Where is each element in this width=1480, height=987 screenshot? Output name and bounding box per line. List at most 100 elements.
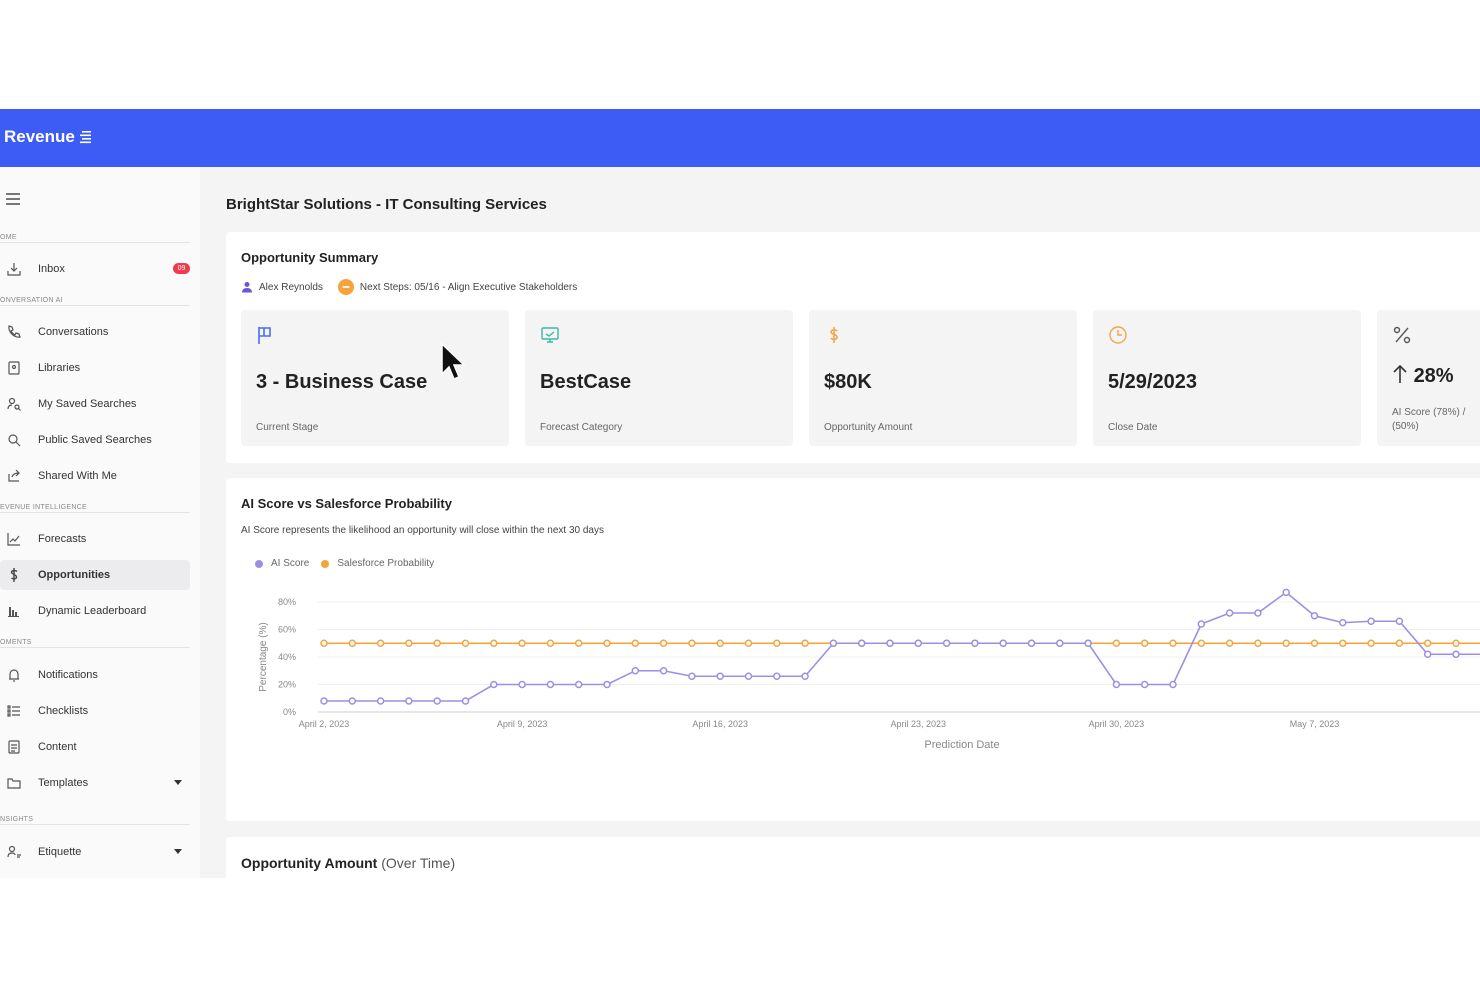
top-bar: Revenue: [0, 109, 1480, 167]
salesforce-probability-point: [688, 639, 696, 647]
y-tick-label: 40%: [278, 652, 296, 662]
legend-item-salesforce[interactable]: Salesforce Probability: [321, 558, 434, 569]
line-chart: 0% 20% 40% 60% 80% Percentage (%) April 2, 202…: [258, 588, 1480, 751]
brand-logo[interactable]: Revenue: [4, 127, 92, 147]
salesforce-probability-point: [801, 639, 809, 647]
sidebar-item-content[interactable]: Content: [0, 732, 190, 762]
next-steps-icon: [337, 279, 354, 295]
chart-title: AI Score vs Salesforce Probability: [241, 496, 452, 511]
salesforce-probability-point: [574, 639, 583, 647]
salesforce-probability-point: [1140, 639, 1149, 647]
ai-score-point: [716, 672, 724, 680]
kpi-label: Forecast Category: [540, 422, 623, 433]
kpi-label: Current Stage: [256, 422, 319, 433]
x-tick-label: April 2, 2023: [299, 719, 350, 729]
salesforce-probability-point: [348, 639, 357, 647]
sidebar-item-label: Public Saved Searches: [38, 434, 152, 446]
chevron-down-icon[interactable]: [174, 849, 182, 854]
ai-score-point: [1423, 650, 1432, 658]
share-icon: [8, 469, 20, 482]
sidebar-item-libraries[interactable]: Libraries: [0, 353, 190, 383]
sidebar-item-label: Libraries: [38, 362, 81, 374]
kpi-value: 5/29/2023: [1108, 371, 1197, 393]
sidebar-item-label: Checklists: [38, 705, 89, 717]
legend-item-ai-score[interactable]: AI Score: [255, 558, 309, 569]
section-label-revenue-intelligence: EVENUE INTELLIGENCE: [0, 504, 87, 511]
salesforce-probability-point: [433, 639, 441, 647]
brand-lines-icon: [79, 131, 91, 144]
x-tick-label: April 30, 2023: [1089, 719, 1145, 729]
kpi-label: Opportunity Amount: [824, 422, 913, 433]
sidebar-item-conversations[interactable]: Conversations: [0, 317, 190, 347]
ai-score-point: [1084, 639, 1092, 647]
kpi-card-close-date: 5/29/2023 Close Date: [1093, 310, 1361, 446]
checklist-icon: [7, 705, 20, 717]
ai-score-point: [1310, 612, 1319, 620]
bell-icon: [9, 669, 19, 682]
ai-score-point: [688, 672, 696, 680]
kpi-card-stage: 3 - Business Case Current Stage: [241, 310, 509, 446]
x-axis-label: Prediction Date: [924, 739, 999, 751]
next-steps-text[interactable]: Next Steps: 05/16 - Align Executive Stak…: [360, 282, 577, 293]
ai-score-point: [1140, 680, 1149, 689]
sidebar-item-dynamic-leaderboard[interactable]: Dynamic Leaderboard: [0, 596, 190, 626]
person-search-icon: [7, 397, 21, 411]
section-label-moments: OMENTS: [0, 639, 32, 646]
brand-name: Revenue: [4, 127, 75, 146]
sidebar-item-checklists[interactable]: Checklists: [0, 696, 190, 726]
y-tick-label: 20%: [278, 680, 296, 690]
ai-score-point: [1339, 618, 1347, 627]
sidebar-item-notifications[interactable]: Notifications: [0, 660, 190, 690]
phone-icon: [8, 325, 21, 338]
dollar-icon: [830, 327, 838, 343]
sidebar-item-label: Inbox: [38, 263, 65, 275]
legend-dot-ai-score: [255, 559, 263, 568]
sidebar-item-label: Opportunities: [38, 569, 111, 581]
ai-score-point: [1169, 680, 1177, 689]
salesforce-probability-point: [320, 639, 328, 647]
sidebar-item-label: Conversations: [38, 326, 109, 338]
legend-label: Salesforce Probability: [337, 558, 435, 569]
salesforce-probability-point: [1339, 639, 1347, 647]
owner-name[interactable]: Alex Reynolds: [259, 282, 323, 293]
chevron-down-icon[interactable]: [174, 780, 182, 785]
sidebar-item-public-saved-searches[interactable]: Public Saved Searches: [0, 425, 190, 455]
ai-score-point: [376, 697, 385, 705]
summary-title: Opportunity Summary: [241, 250, 379, 265]
sidebar-item-inbox[interactable]: Inbox 09: [0, 254, 190, 284]
ai-score-point: [801, 672, 809, 680]
kpi-value: 28%: [1413, 365, 1454, 387]
dollar-icon: [10, 568, 18, 582]
ai-score-point: [886, 639, 894, 647]
salesforce-probability-point: [1395, 639, 1404, 647]
section-label-conversation-ai: ONVERSATION AI: [0, 297, 63, 304]
ai-score-point: [971, 639, 979, 647]
bar-chart-icon: [8, 607, 19, 617]
menu-icon[interactable]: [6, 193, 20, 205]
ai-score-point: [631, 667, 640, 675]
section-divider: [0, 824, 190, 825]
kpi-value: 3 - Business Case: [256, 371, 428, 393]
line-chart-icon: [7, 533, 20, 546]
folder-icon: [7, 778, 21, 789]
chart-subtitle: AI Score represents the likelihood an op…: [241, 525, 604, 536]
ai-score-chart-panel: AI Score vs Salesforce Probability AI Sc…: [226, 478, 1480, 821]
ai-score-point: [546, 680, 555, 689]
ai-score-point: [942, 639, 951, 647]
sidebar-item-my-saved-searches[interactable]: My Saved Searches: [0, 389, 190, 419]
kpi-value-row: 28%: [1392, 364, 1454, 388]
sidebar-item-etiquette[interactable]: Etiquette: [0, 837, 190, 867]
kpi-value: BestCase: [540, 371, 632, 393]
sidebar-item-shared-with-me[interactable]: Shared With Me: [0, 461, 190, 491]
salesforce-probability-point: [1197, 639, 1206, 647]
sidebar-item-opportunities[interactable]: Opportunities: [0, 560, 190, 590]
ai-score-point: [1197, 620, 1206, 628]
sidebar-item-templates[interactable]: Templates: [0, 768, 190, 798]
amount-title-row: Opportunity Amount (Over Time): [241, 855, 455, 871]
salesforce-probability-point: [1452, 639, 1460, 647]
section-divider: [0, 305, 190, 306]
ai-score-point: [829, 639, 838, 647]
library-icon: [8, 361, 20, 375]
ai-score-point: [999, 639, 1007, 647]
sidebar-item-forecasts[interactable]: Forecasts: [0, 524, 190, 554]
